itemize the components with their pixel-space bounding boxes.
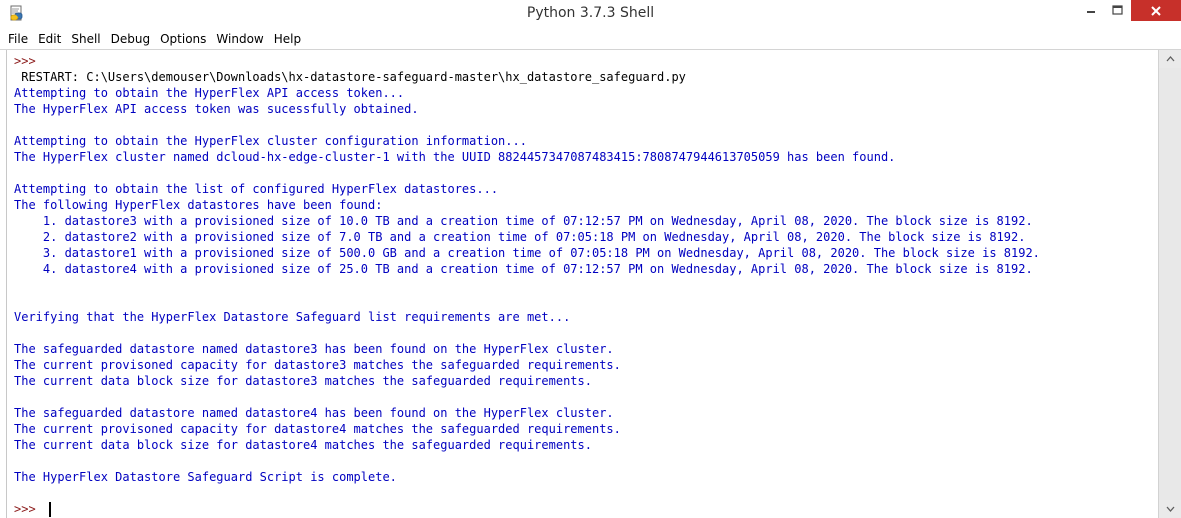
- menu-options[interactable]: Options: [155, 29, 211, 49]
- shell-line: The current data block size for datastor…: [14, 438, 592, 452]
- input-prompt-line[interactable]: >>>: [14, 501, 1159, 517]
- restart-line: RESTART: C:\Users\demouser\Downloads\hx-…: [14, 70, 686, 84]
- datastore-line: 4. datastore4 with a provisioned size of…: [14, 262, 1033, 276]
- shell-line: The HyperFlex Datastore Safeguard Script…: [14, 470, 397, 484]
- shell-line: The safeguarded datastore named datastor…: [14, 406, 614, 420]
- shell-text-area[interactable]: >>> RESTART: C:\Users\demouser\Downloads…: [6, 50, 1159, 518]
- shell-line: Verifying that the HyperFlex Datastore S…: [14, 310, 571, 324]
- shell-output: >>> RESTART: C:\Users\demouser\Downloads…: [14, 53, 1159, 517]
- minimize-button[interactable]: [1076, 0, 1106, 20]
- menu-shell[interactable]: Shell: [66, 29, 105, 49]
- shell-prompt: >>>: [14, 502, 43, 516]
- vertical-scrollbar[interactable]: [1158, 50, 1181, 518]
- shell-line: The safeguarded datastore named datastor…: [14, 342, 614, 356]
- chevron-up-icon: [1166, 56, 1175, 62]
- shell-line: The HyperFlex API access token was suces…: [14, 102, 419, 116]
- shell-line: >>>: [14, 54, 43, 68]
- datastore-line: 1. datastore3 with a provisioned size of…: [14, 214, 1033, 228]
- shell-line: The current provisoned capacity for data…: [14, 358, 621, 372]
- shell-line: The HyperFlex cluster named dcloud-hx-ed…: [14, 150, 896, 164]
- shell-line: The current data block size for datastor…: [14, 374, 592, 388]
- menu-window[interactable]: Window: [211, 29, 268, 49]
- idle-shell-window: Python 3.7.3 Shell File Edit Shell Debug…: [0, 0, 1181, 518]
- shell-line: The following HyperFlex datastores have …: [14, 198, 383, 212]
- minimize-icon: [1087, 11, 1095, 13]
- scroll-track[interactable]: [1159, 68, 1181, 500]
- menu-debug[interactable]: Debug: [106, 29, 155, 49]
- title-bar[interactable]: Python 3.7.3 Shell: [0, 0, 1181, 29]
- window-title: Python 3.7.3 Shell: [526, 5, 655, 21]
- shell-line: The current provisoned capacity for data…: [14, 422, 621, 436]
- datastore-line: 3. datastore1 with a provisioned size of…: [14, 246, 1040, 260]
- datastore-line: 2. datastore2 with a provisioned size of…: [14, 230, 1026, 244]
- menu-file[interactable]: File: [8, 29, 33, 49]
- maximize-icon: [1111, 5, 1123, 15]
- maximize-button[interactable]: [1103, 0, 1131, 20]
- menu-edit[interactable]: Edit: [33, 29, 66, 49]
- chevron-down-icon: [1166, 506, 1175, 512]
- scroll-up-button[interactable]: [1159, 50, 1181, 68]
- close-button[interactable]: [1131, 0, 1181, 21]
- shell-line: Attempting to obtain the HyperFlex clust…: [14, 134, 527, 148]
- text-cursor: [48, 501, 51, 517]
- shell-line: Attempting to obtain the HyperFlex API a…: [14, 86, 405, 100]
- close-icon: [1151, 5, 1161, 16]
- menu-bar: File Edit Shell Debug Options Window Hel…: [0, 29, 1181, 49]
- shell-line: Attempting to obtain the list of configu…: [14, 182, 499, 196]
- scroll-down-button[interactable]: [1159, 500, 1181, 518]
- menu-help[interactable]: Help: [269, 29, 306, 49]
